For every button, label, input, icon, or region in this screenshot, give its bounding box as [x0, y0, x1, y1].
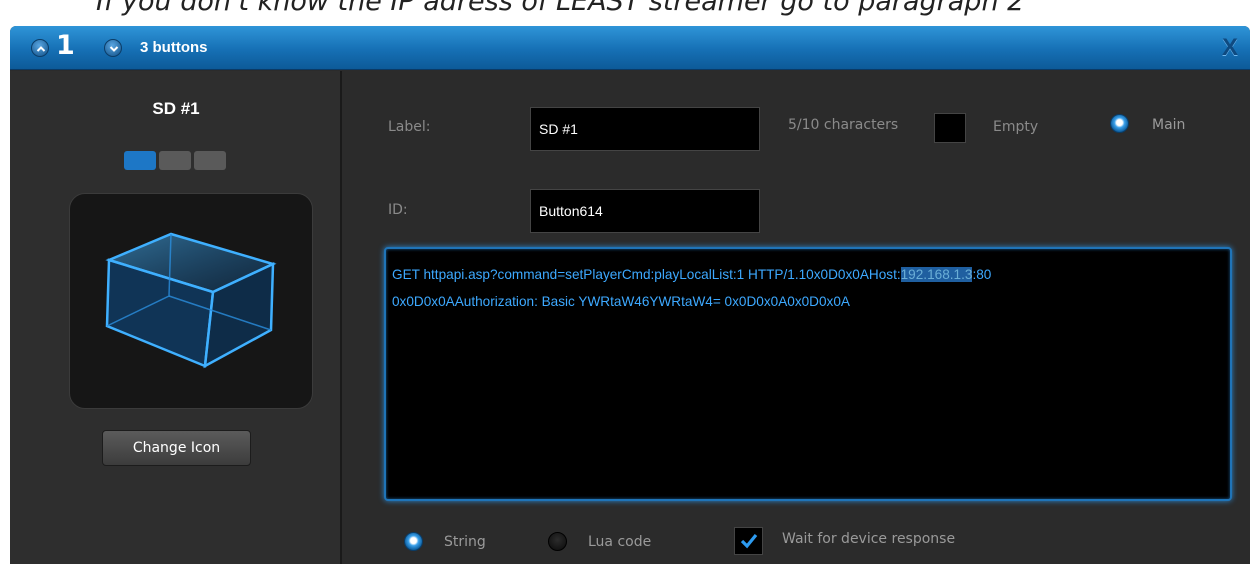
- empty-color-swatch[interactable]: [934, 113, 966, 143]
- selected-ip-text: 192.168.1.3: [900, 267, 973, 282]
- wait-response-checkbox[interactable]: [734, 527, 763, 555]
- id-field-caption: ID:: [388, 202, 408, 218]
- character-count: 5/10 characters: [788, 117, 899, 133]
- lua-code-radio-label: Lua code: [588, 534, 652, 550]
- chevron-down-icon: [109, 46, 119, 52]
- command-textarea[interactable]: GET httpapi.asp?command=setPlayerCmd:pla…: [384, 247, 1232, 501]
- button-editor-window: 1 3 buttons X SD #1 Change Icon Label: S…: [10, 26, 1250, 564]
- command-port-text: :80: [972, 267, 992, 282]
- state-segment-2[interactable]: [159, 151, 191, 170]
- main-radio-label: Main: [1152, 117, 1186, 133]
- command-line-2: 0x0D0x0AAuthorization: Basic YWRtaW46YWR…: [392, 294, 850, 309]
- caption-text: If you don't know the IP adress of LEAST…: [96, 0, 1025, 17]
- empty-label: Empty: [993, 119, 1039, 135]
- wait-response-label: Wait for device response: [782, 531, 956, 547]
- string-radio[interactable]: [404, 532, 423, 551]
- button-name-title: SD #1: [152, 99, 200, 118]
- command-text: GET httpapi.asp?command=setPlayerCmd:pla…: [392, 267, 901, 282]
- close-button[interactable]: X: [1222, 34, 1238, 62]
- label-input[interactable]: SD #1: [530, 107, 760, 151]
- page-number: 1: [56, 30, 75, 61]
- icon-preview: [69, 193, 313, 409]
- state-segment-1[interactable]: [124, 151, 156, 170]
- id-input[interactable]: Button614: [530, 189, 760, 233]
- button-settings-panel: Label: SD #1 5/10 characters Empty Main …: [344, 71, 1250, 564]
- button-preview-panel: SD #1 Change Icon: [10, 71, 342, 564]
- previous-button[interactable]: [31, 39, 49, 57]
- lua-code-radio[interactable]: [548, 532, 567, 551]
- checkmark-icon: [740, 533, 758, 549]
- cube-icon: [105, 232, 277, 369]
- command-line-1: GET httpapi.asp?command=setPlayerCmd:pla…: [392, 261, 1224, 288]
- title-bar: 1 3 buttons X: [10, 26, 1250, 70]
- chevron-up-icon: [36, 46, 46, 52]
- change-icon-button[interactable]: Change Icon: [102, 430, 251, 466]
- label-field-caption: Label:: [388, 119, 431, 135]
- button-count-label: 3 buttons: [140, 39, 208, 56]
- string-radio-label: String: [444, 534, 486, 550]
- next-button[interactable]: [104, 39, 122, 57]
- state-segment-3[interactable]: [194, 151, 226, 170]
- main-radio[interactable]: [1110, 114, 1129, 133]
